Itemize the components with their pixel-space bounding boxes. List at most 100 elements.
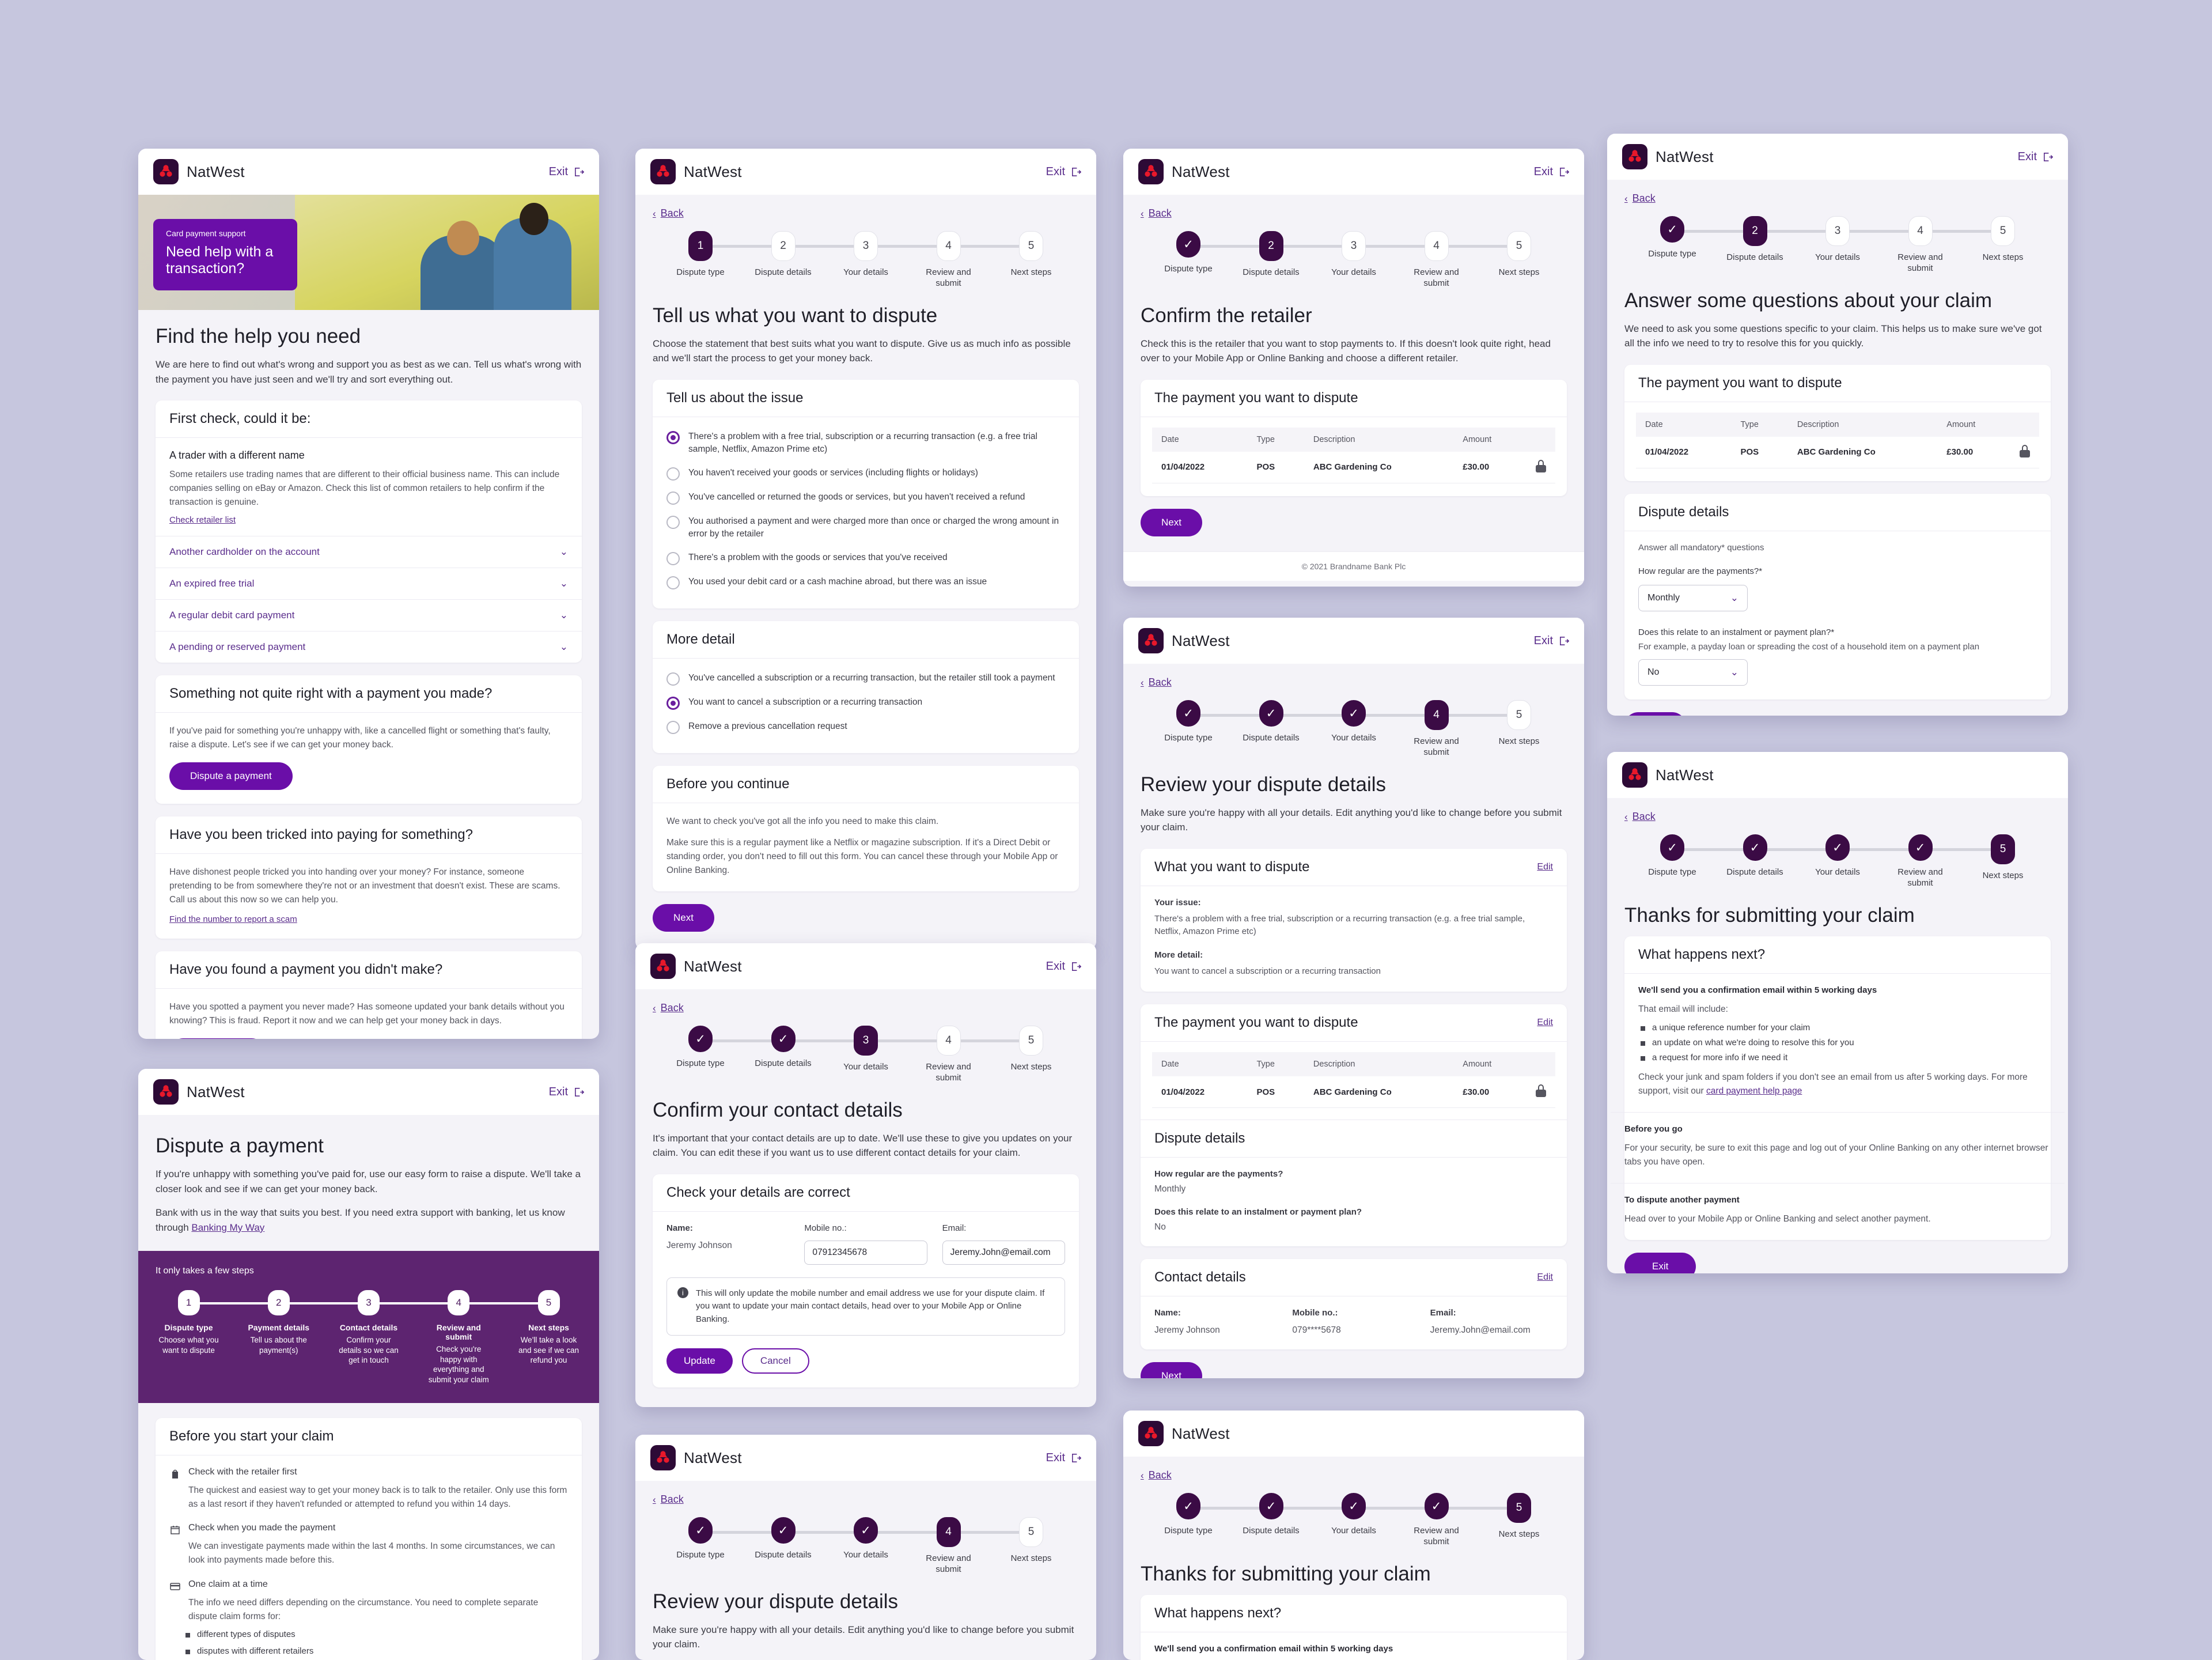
next-button[interactable]: Next <box>653 903 714 932</box>
radio-option[interactable]: You've cancelled a subscription or a rec… <box>666 667 1065 691</box>
step-1[interactable]: Dispute type <box>665 1517 736 1575</box>
exit-button[interactable]: Exit <box>549 1086 584 1099</box>
step-3[interactable]: 3 Your details <box>831 231 901 289</box>
step-1[interactable]: Dispute type <box>1153 1493 1224 1548</box>
radio-option[interactable]: There's a problem with the goods or serv… <box>666 546 1065 570</box>
step-5[interactable]: 5 Next steps <box>996 1517 1066 1575</box>
check-retailer-list-link[interactable]: Check retailer list <box>169 515 236 525</box>
dispute-a-payment-button[interactable]: Dispute a payment <box>169 762 293 791</box>
step-3[interactable]: Your details <box>1319 700 1389 758</box>
edit-link[interactable]: Edit <box>1537 1272 1553 1283</box>
accordion-row[interactable]: A regular debit card payment ⌄ <box>156 600 582 632</box>
update-button[interactable]: Update <box>666 1348 733 1374</box>
step-1[interactable]: Dispute type <box>1153 700 1224 758</box>
step-5[interactable]: 5 Next steps <box>1968 834 2038 889</box>
panel-more-detail: More detail You've cancelled a subscript… <box>653 621 1079 753</box>
radio-option[interactable]: There's a problem with a free trial, sub… <box>666 425 1065 462</box>
edit-link[interactable]: Edit <box>1537 862 1553 872</box>
radio-option[interactable]: You've cancelled or returned the goods o… <box>666 486 1065 510</box>
step-2[interactable]: 2 Dispute details <box>748 231 819 289</box>
step-3[interactable]: 3 Your details <box>831 1026 901 1084</box>
step-2[interactable]: 2 Dispute details <box>1236 231 1306 289</box>
step-4[interactable]: 4 Review and submit <box>1885 216 1956 274</box>
exit-button[interactable]: Exit <box>1534 634 1569 648</box>
accordion-row[interactable]: A pending or reserved payment ⌄ <box>156 632 582 663</box>
back-link[interactable]: ‹ Back <box>1141 1469 1172 1481</box>
next-button[interactable]: Next <box>1624 712 1686 716</box>
next-button[interactable]: Next <box>1141 508 1202 536</box>
exit-button[interactable]: Exit <box>549 165 584 179</box>
panel-dispute-details: Dispute details Answer all mandatory* qu… <box>1624 493 2051 699</box>
back-link[interactable]: ‹ Back <box>1141 676 1172 689</box>
back-link[interactable]: ‹ Back <box>653 207 684 220</box>
step-5[interactable]: 5 Next steps <box>1968 216 2038 274</box>
step-3[interactable]: 3 Your details <box>1319 231 1389 289</box>
step-3[interactable]: Your details <box>1319 1493 1389 1548</box>
radio-option[interactable]: You want to cancel a subscription or a r… <box>666 691 1065 715</box>
step-3[interactable]: Your details <box>831 1517 901 1575</box>
step-3[interactable]: Your details <box>1802 834 1873 889</box>
page-title: Find the help you need <box>156 325 361 347</box>
back-link[interactable]: ‹ Back <box>653 1002 684 1014</box>
brand-name: NatWest <box>1172 162 1230 180</box>
radio-option[interactable]: You haven't received your goods or servi… <box>666 462 1065 486</box>
step-4[interactable]: 4 Review and submit <box>914 1026 984 1084</box>
step-4[interactable]: 4 Review and submit <box>914 231 984 289</box>
banking-my-way-link[interactable]: Banking My Way <box>191 1222 264 1233</box>
back-label: Back <box>1148 676 1172 688</box>
step-1[interactable]: 1 Dispute type <box>665 231 736 289</box>
step-2[interactable]: Dispute details <box>748 1026 819 1084</box>
col-type: Type <box>1731 412 1788 437</box>
step-4[interactable]: Review and submit <box>1402 1493 1472 1548</box>
step-4[interactable]: 4 Review and submit <box>1402 700 1472 758</box>
back-link[interactable]: ‹ Back <box>1624 192 1656 205</box>
exit-button[interactable]: Exit <box>1046 960 1081 973</box>
step-bubble <box>1660 834 1684 861</box>
email-input[interactable]: Jeremy.John@email.com <box>942 1240 1065 1265</box>
exit-button[interactable]: Exit <box>2018 150 2053 164</box>
cancel-button[interactable]: Cancel <box>741 1348 809 1374</box>
mobile-input[interactable]: 07912345678 <box>804 1240 927 1265</box>
next-button[interactable]: Next <box>1141 1362 1202 1378</box>
step-2[interactable]: 2 Dispute details <box>1720 216 1790 274</box>
report-fraud-button[interactable]: Report fraud <box>169 1038 266 1039</box>
card-payment-help-link[interactable]: card payment help page <box>1706 1086 1802 1096</box>
step-1[interactable]: Dispute type <box>665 1026 736 1084</box>
accordion-row[interactable]: An expired free trial ⌄ <box>156 568 582 600</box>
back-link[interactable]: ‹ Back <box>1624 811 1656 823</box>
radio-option[interactable]: You authorised a payment and were charge… <box>666 510 1065 546</box>
step-label: Next steps <box>1498 736 1540 746</box>
exit-action-button[interactable]: Exit <box>1624 1252 1696 1273</box>
exit-button[interactable]: Exit <box>1534 165 1569 179</box>
natwest-logo-icon <box>1138 628 1164 653</box>
back-link[interactable]: ‹ Back <box>1141 207 1172 220</box>
step-4[interactable]: 4 Review and submit <box>1402 231 1472 289</box>
step-5[interactable]: 5 Next steps <box>1484 700 1554 758</box>
report-scam-link[interactable]: Find the number to report a scam <box>169 914 297 924</box>
step-1[interactable]: Dispute type <box>1637 216 1707 274</box>
step-3[interactable]: 3 Your details <box>1802 216 1873 274</box>
radio-option[interactable]: You used your debit card or a cash machi… <box>666 570 1065 595</box>
step-1[interactable]: Dispute type <box>1153 231 1224 289</box>
step-2[interactable]: Dispute details <box>1236 1493 1306 1548</box>
payment-frequency-select[interactable]: Monthly ⌄ <box>1638 585 1748 612</box>
step-bubble <box>1259 700 1283 727</box>
accordion-row[interactable]: Another cardholder on the account ⌄ <box>156 536 582 569</box>
step-2[interactable]: Dispute details <box>748 1517 819 1575</box>
edit-link[interactable]: Edit <box>1537 1018 1553 1028</box>
step-5[interactable]: 5 Next steps <box>1484 1493 1554 1548</box>
radio-option[interactable]: Remove a previous cancellation request <box>666 715 1065 739</box>
step-5[interactable]: 5 Next steps <box>996 231 1066 289</box>
back-link[interactable]: ‹ Back <box>653 1493 684 1506</box>
step-2[interactable]: Dispute details <box>1720 834 1790 889</box>
instalment-plan-select[interactable]: No ⌄ <box>1638 659 1748 686</box>
exit-button[interactable]: Exit <box>1046 1451 1081 1465</box>
list-item: an update on what we're doing to resolve… <box>1641 1038 2037 1048</box>
step-4[interactable]: Review and submit <box>1885 834 1956 889</box>
step-5[interactable]: 5 Next steps <box>996 1026 1066 1084</box>
step-5[interactable]: 5 Next steps <box>1484 231 1554 289</box>
step-4[interactable]: 4 Review and submit <box>914 1517 984 1575</box>
step-1[interactable]: Dispute type <box>1637 834 1707 889</box>
exit-button[interactable]: Exit <box>1046 165 1081 179</box>
step-2[interactable]: Dispute details <box>1236 700 1306 758</box>
